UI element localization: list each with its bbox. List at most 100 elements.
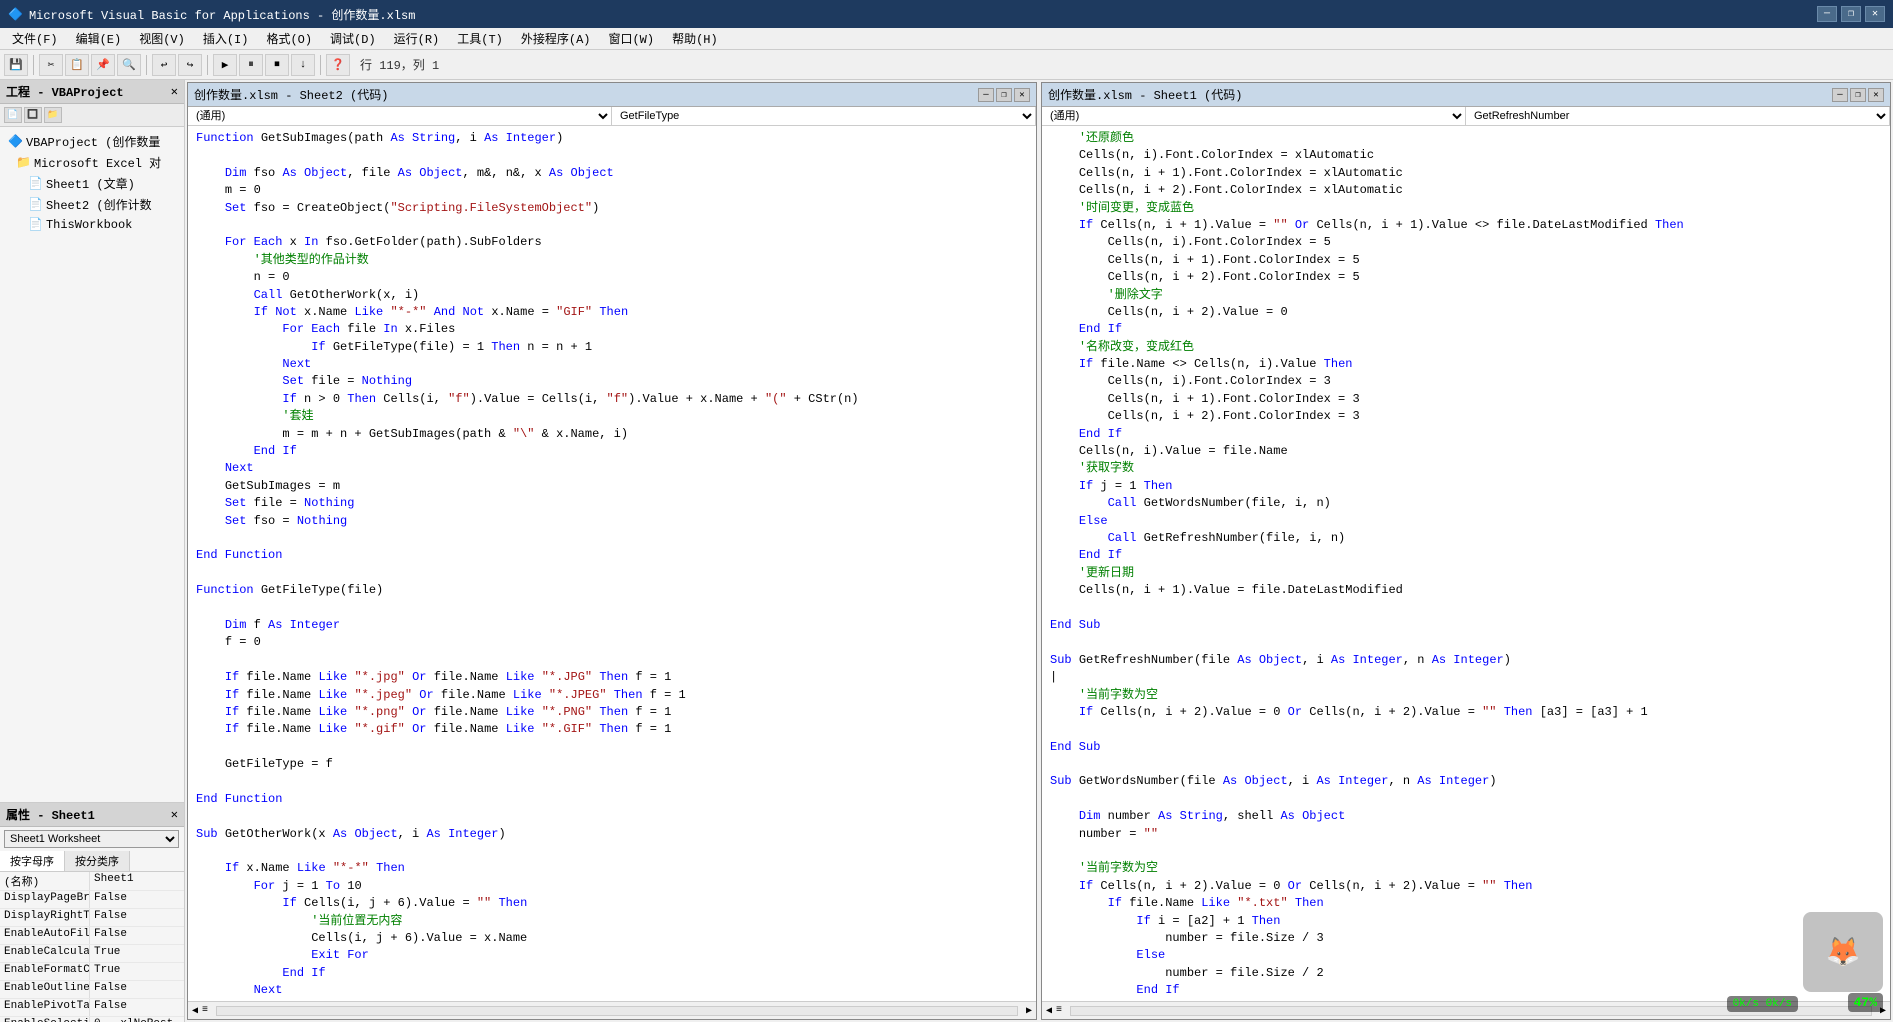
menu-view[interactable]: 视图(V) <box>131 28 193 49</box>
pt-toggle-folders[interactable]: 📁 <box>44 107 62 123</box>
tree-sheet2-icon: 📄 <box>28 197 43 212</box>
toolbar: 💾 ✂ 📋 📌 🔍 ↩ ↪ ▶ ⏸ ⏹ ↓ ❓ 行 119，列 1 <box>0 50 1893 80</box>
project-panel-title: 工程 - VBAProject <box>6 83 124 100</box>
close-button[interactable]: ✕ <box>1865 6 1885 22</box>
pt-view-object[interactable]: 🔲 <box>24 107 42 123</box>
props-tabs: 按字母序 按分类序 <box>0 851 184 872</box>
cw2-restore[interactable]: ❐ <box>1850 88 1866 102</box>
props-val-eaf[interactable]: False <box>90 927 184 944</box>
props-panel-title: 属性 - Sheet1 <box>6 806 95 823</box>
props-row-ec: EnableCalculaTrue <box>0 945 184 963</box>
props-val-name[interactable]: Sheet1 <box>90 872 184 890</box>
props-panel-close[interactable]: ✕ <box>171 807 178 822</box>
tb-save[interactable]: 💾 <box>4 54 28 76</box>
props-val-eo[interactable]: False <box>90 981 184 998</box>
tb-redo[interactable]: ↪ <box>178 54 202 76</box>
menu-debug[interactable]: 调试(D) <box>322 28 384 49</box>
cw1-footer: ◀ ≡ ▶ <box>188 1001 1036 1019</box>
code-window-sheet2: 创作数量.xlsm - Sheet2 (代码) ─ ❐ ✕ (通用) GetFi… <box>187 82 1037 1020</box>
props-name-drt: DisplayRightTc <box>0 909 90 926</box>
props-tab-category[interactable]: 按分类序 <box>65 851 130 871</box>
cw1-minimize[interactable]: ─ <box>978 88 994 102</box>
tree-vbaproject-label: VBAProject (创作数量 <box>26 133 160 150</box>
tree-excel-label: Microsoft Excel 对 <box>34 154 161 171</box>
props-object-select[interactable]: Sheet1 Worksheet <box>4 830 179 848</box>
props-val-drt[interactable]: False <box>90 909 184 926</box>
tb-undo[interactable]: ↩ <box>152 54 176 76</box>
tree-thisworkbook-label: ThisWorkbook <box>46 218 132 232</box>
props-row-name: (名称)Sheet1 <box>0 872 184 891</box>
menu-tools[interactable]: 工具(T) <box>449 28 511 49</box>
project-panel-header: 工程 - VBAProject ✕ <box>0 80 184 104</box>
minimize-button[interactable]: ─ <box>1817 6 1837 22</box>
tree-sheet1[interactable]: 📄 Sheet1 (文章) <box>4 173 180 194</box>
left-panel: 工程 - VBAProject ✕ 📄 🔲 📁 🔷 VBAProject (创作… <box>0 80 185 1022</box>
tb-sep1 <box>33 55 34 75</box>
menu-edit[interactable]: 编辑(E) <box>68 28 130 49</box>
cw2-footer-eq[interactable]: ≡ <box>1056 1005 1062 1016</box>
tree-vbaproject[interactable]: 🔷 VBAProject (创作数量 <box>4 131 180 152</box>
props-name-efc: EnableFormatCo <box>0 963 90 980</box>
tb-help[interactable]: ❓ <box>326 54 350 76</box>
props-row-eaf: EnableAutoFiltFalse <box>0 927 184 945</box>
menu-window[interactable]: 窗口(W) <box>600 28 662 49</box>
tb-sep3 <box>207 55 208 75</box>
cw2-footer-left[interactable]: ◀ <box>1046 1005 1052 1017</box>
props-val-dpb[interactable]: False <box>90 891 184 908</box>
tree-thisworkbook[interactable]: 📄 ThisWorkbook <box>4 215 180 234</box>
cw1-title: 创作数量.xlsm - Sheet2 (代码) ─ ❐ ✕ <box>188 83 1036 107</box>
menu-help[interactable]: 帮助(H) <box>664 28 726 49</box>
props-val-efc[interactable]: True <box>90 963 184 980</box>
pt-view-code[interactable]: 📄 <box>4 107 22 123</box>
props-val-ept[interactable]: False <box>90 999 184 1016</box>
tree-sheet2[interactable]: 📄 Sheet2 (创作计数 <box>4 194 180 215</box>
menu-file[interactable]: 文件(F) <box>4 28 66 49</box>
title-bar-left: 🔷 Microsoft Visual Basic for Application… <box>8 6 415 23</box>
cw1-select-proc[interactable]: GetFileType <box>612 107 1036 125</box>
title-bar-text: Microsoft Visual Basic for Applications … <box>29 6 415 23</box>
cw1-footer-right[interactable]: ▶ <box>1026 1005 1032 1017</box>
props-name-dpb: DisplayPageBre <box>0 891 90 908</box>
project-panel-close[interactable]: ✕ <box>171 84 178 99</box>
tb-pause[interactable]: ⏸ <box>239 54 263 76</box>
tb-step[interactable]: ↓ <box>291 54 315 76</box>
restore-button[interactable]: ❐ <box>1841 6 1861 22</box>
cw1-code-content[interactable]: Function GetSubImages(path As String, i … <box>188 126 1036 1001</box>
cw1-footer-eq[interactable]: ≡ <box>202 1005 208 1016</box>
cw1-close[interactable]: ✕ <box>1014 88 1030 102</box>
cw2-select-proc[interactable]: GetRefreshNumber <box>1466 107 1890 125</box>
code-area: 创作数量.xlsm - Sheet2 (代码) ─ ❐ ✕ (通用) GetFi… <box>185 80 1893 1022</box>
props-row-efc: EnableFormatCoTrue <box>0 963 184 981</box>
menu-insert[interactable]: 插入(I) <box>195 28 257 49</box>
cw1-scrollbar[interactable] <box>216 1006 1018 1016</box>
menu-format[interactable]: 格式(O) <box>258 28 320 49</box>
props-panel-header: 属性 - Sheet1 ✕ <box>0 803 184 827</box>
cw1-restore[interactable]: ❐ <box>996 88 1012 102</box>
tb-copy[interactable]: 📋 <box>65 54 89 76</box>
props-val-ec[interactable]: True <box>90 945 184 962</box>
app-icon: 🔷 <box>8 7 23 22</box>
cw2-close[interactable]: ✕ <box>1868 88 1884 102</box>
menu-run[interactable]: 运行(R) <box>386 28 448 49</box>
tb-find[interactable]: 🔍 <box>117 54 141 76</box>
tb-paste[interactable]: 📌 <box>91 54 115 76</box>
props-tab-alpha[interactable]: 按字母序 <box>0 851 65 871</box>
avatar-emoji: 🦊 <box>1826 935 1861 970</box>
menu-addins[interactable]: 外接程序(A) <box>513 28 599 49</box>
cw2-select-general[interactable]: (通用) <box>1042 107 1466 125</box>
cw2-controls: ─ ❐ ✕ <box>1832 88 1884 102</box>
props-name-eo: EnableOutliner <box>0 981 90 998</box>
avatar-decoration: 🦊 <box>1803 912 1883 992</box>
cw1-footer-left[interactable]: ◀ <box>192 1005 198 1017</box>
tb-stop[interactable]: ⏹ <box>265 54 289 76</box>
tb-cut[interactable]: ✂ <box>39 54 63 76</box>
tb-run[interactable]: ▶ <box>213 54 237 76</box>
tree-excel-folder[interactable]: 📁 Microsoft Excel 对 <box>4 152 180 173</box>
cw1-select-general[interactable]: (通用) <box>188 107 612 125</box>
cw2-minimize[interactable]: ─ <box>1832 88 1848 102</box>
props-val-es[interactable]: 0 - xlNoRest <box>90 1017 184 1022</box>
cw2-code-content[interactable]: '还原颜色 Cells(n, i).Font.ColorIndex = xlAu… <box>1042 126 1890 1001</box>
props-row-es: EnableSelectio0 - xlNoRest <box>0 1017 184 1022</box>
overlay-percent: 47% <box>1848 993 1883 1012</box>
code-window-sheet1: 创作数量.xlsm - Sheet1 (代码) ─ ❐ ✕ (通用) GetRe… <box>1041 82 1891 1020</box>
